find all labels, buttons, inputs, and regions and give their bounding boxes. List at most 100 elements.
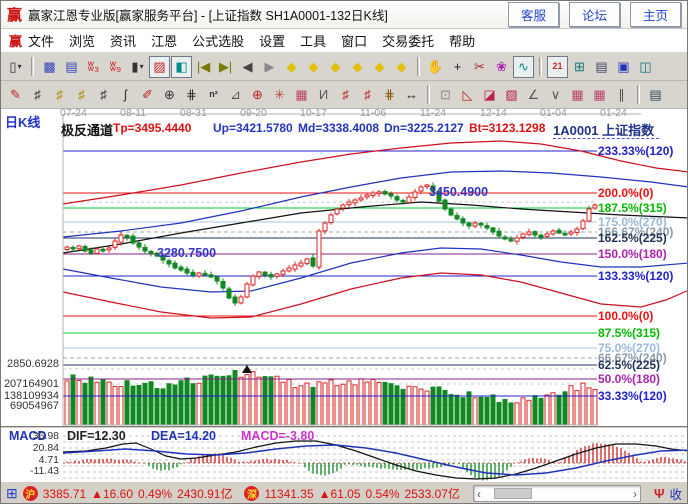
abacus-ruler-icon[interactable]: ⋕ bbox=[379, 84, 400, 106]
last-screen-icon[interactable]: ▶| bbox=[215, 56, 236, 78]
web-grid-icon[interactable]: ▦ bbox=[291, 84, 312, 106]
first-screen-icon[interactable]: |◀ bbox=[193, 56, 214, 78]
menu-browse[interactable]: 浏览 bbox=[69, 31, 95, 50]
pattern-analysis-icon[interactable]: ▨ bbox=[149, 56, 170, 78]
menu-items: 文件浏览资讯江恩公式选股设置工具窗口交易委托帮助 bbox=[28, 31, 475, 50]
gann-grid-icon[interactable]: ♯ bbox=[27, 84, 48, 106]
price-grid-icon[interactable]: ▦ bbox=[567, 84, 588, 106]
scroll-right-icon[interactable]: › bbox=[633, 488, 637, 500]
market-grid-icon[interactable]: ⊞ bbox=[6, 485, 18, 502]
n-wave-icon[interactable]: И bbox=[313, 84, 334, 106]
width-measure-icon-glyph: ↔ bbox=[405, 88, 418, 101]
horizontal-scrollbar[interactable]: ‹ › bbox=[473, 485, 641, 502]
minutes-3-chart-icon[interactable]: ʬ₃ bbox=[83, 56, 104, 78]
ray-fan-icon[interactable]: ◺ bbox=[457, 84, 478, 106]
calculator-icon[interactable]: ⊞ bbox=[569, 56, 590, 78]
wave-analysis-icon[interactable]: ∿ bbox=[513, 56, 534, 78]
f10-info-icon[interactable]: ▤ bbox=[61, 56, 82, 78]
golden-grid-2-icon[interactable]: ♯ bbox=[71, 84, 92, 106]
candle-style-dropdown[interactable]: ▮▾ bbox=[127, 56, 148, 78]
target-cycle-icon[interactable]: ⊕ bbox=[247, 84, 268, 106]
golden-grid-icon[interactable]: ♯ bbox=[49, 84, 70, 106]
menu-formula-stock-pick[interactable]: 公式选股 bbox=[192, 31, 244, 50]
zigzag-icon[interactable]: ∨ bbox=[545, 84, 566, 106]
menu-window[interactable]: 窗口 bbox=[341, 31, 367, 50]
date-tick-label: 08-11 bbox=[120, 107, 146, 119]
flower-marker-icon-glyph: ❀ bbox=[496, 60, 507, 73]
gann-diamond-nav-3[interactable]: ◆ bbox=[325, 56, 346, 78]
gann-diamond-nav-1[interactable]: ◆ bbox=[281, 56, 302, 78]
color-kline-icon[interactable]: ◧ bbox=[171, 56, 192, 78]
ray-fan-icon-glyph: ◺ bbox=[463, 88, 473, 101]
kline-chart-area[interactable]: 日K线 极反通道 1A0001 上证指数 2850.6928 07-2408-1… bbox=[1, 109, 687, 426]
gann-grid-icon-glyph: ♯ bbox=[34, 88, 41, 101]
width-measure-icon[interactable]: ↔ bbox=[401, 84, 422, 106]
hatch-box-icon[interactable]: ▨ bbox=[501, 84, 522, 106]
parallel-lines-icon[interactable]: ∥ bbox=[611, 84, 632, 106]
kline-period-dropdown[interactable]: ▯▾ bbox=[5, 56, 26, 78]
color-kline-icon-glyph: ◧ bbox=[175, 60, 187, 73]
date-tick-label: 01-24 bbox=[600, 107, 627, 119]
time-cycle-icon[interactable]: ⊕ bbox=[159, 84, 180, 106]
market-quotes-icon[interactable]: ▩ bbox=[39, 56, 60, 78]
mirror-tool-icon[interactable]: ⊿ bbox=[225, 84, 246, 106]
candle-style-dropdown-glyph: ▮ bbox=[131, 60, 138, 73]
next-bar-icon[interactable]: ▶ bbox=[259, 56, 280, 78]
quote-list-icon[interactable]: ▤ bbox=[645, 84, 666, 106]
prev-bar-icon[interactable]: ◀ bbox=[237, 56, 258, 78]
volume-scale-label: 207164901 bbox=[3, 378, 59, 390]
price-grid-axis-icon-glyph: ▦ bbox=[593, 88, 605, 101]
menu-news[interactable]: 资讯 bbox=[110, 31, 136, 50]
scrollbar-thumb[interactable] bbox=[494, 488, 532, 499]
sh-index-change: ▲16.60 bbox=[91, 487, 133, 501]
spiral-calendar-icon[interactable]: ʃ bbox=[115, 84, 136, 106]
toolbar-separator bbox=[417, 57, 420, 76]
rect-zoom-icon[interactable]: ⊡ bbox=[435, 84, 456, 106]
gann-diamond-nav-6[interactable]: ◆ bbox=[391, 56, 412, 78]
titlebar-button-service[interactable]: 客服 bbox=[508, 2, 559, 27]
hand-tool-icon[interactable]: ✋ bbox=[425, 56, 446, 78]
measure-pencil-icon[interactable]: ✐ bbox=[137, 84, 158, 106]
ying-tool-icon[interactable]: ♯ bbox=[357, 84, 378, 106]
golden-grid-2-icon-glyph: ♯ bbox=[78, 88, 85, 101]
gann-diamond-nav-4[interactable]: ◆ bbox=[347, 56, 368, 78]
menu-settings[interactable]: 设置 bbox=[259, 31, 285, 50]
cut-tool-icon[interactable]: ✂ bbox=[469, 56, 490, 78]
menu-gann[interactable]: 江恩 bbox=[151, 31, 177, 50]
gann-level-label: 100.0%(0) bbox=[598, 309, 653, 323]
titlebar-button-forum[interactable]: 论坛 bbox=[569, 2, 620, 27]
calendar-icon[interactable]: 21 bbox=[547, 56, 568, 78]
price-ruler-icon[interactable]: ⋕ bbox=[181, 84, 202, 106]
n-square-icon[interactable]: n² bbox=[203, 84, 224, 106]
titlebar-button-home[interactable]: 主页 bbox=[630, 2, 681, 27]
angle-line-icon[interactable]: ∠ bbox=[523, 84, 544, 106]
menu-help[interactable]: 帮助 bbox=[449, 31, 475, 50]
crosshair-tool-icon[interactable]: + bbox=[447, 56, 468, 78]
pencil-tool-icon[interactable]: ✎ bbox=[5, 84, 26, 106]
flower-marker-icon[interactable]: ❀ bbox=[491, 56, 512, 78]
antenna-icon[interactable]: Ψ bbox=[654, 486, 665, 501]
price-grid-axis-icon[interactable]: ▦ bbox=[589, 84, 610, 106]
macd-panel[interactable]: MACD DIF=12.30 DEA=14.20 MACD=-3.80 36.9… bbox=[1, 426, 687, 481]
channel-param-4: Dn=3225.2127 bbox=[384, 121, 464, 135]
menu-file[interactable]: 文件 bbox=[28, 31, 54, 50]
menu-trade[interactable]: 交易委托 bbox=[382, 31, 434, 50]
save-icon[interactable]: ▣ bbox=[613, 56, 634, 78]
export-data-icon[interactable]: ◫ bbox=[635, 56, 656, 78]
receive-label[interactable]: 收 bbox=[669, 484, 682, 503]
menu-tools[interactable]: 工具 bbox=[300, 31, 326, 50]
gann-diamond-nav-3-glyph: ◆ bbox=[331, 60, 341, 73]
fib-grid-icon[interactable]: ♯ bbox=[93, 84, 114, 106]
shaded-fan-icon[interactable]: ◪ bbox=[479, 84, 500, 106]
gann-diamond-nav-5[interactable]: ◆ bbox=[369, 56, 390, 78]
time-cycle-icon-glyph: ⊕ bbox=[164, 88, 175, 101]
dropdown-caret-icon: ▾ bbox=[140, 62, 144, 71]
spider-web-icon[interactable]: ✳ bbox=[269, 84, 290, 106]
web-grid-icon-glyph: ▦ bbox=[295, 88, 307, 101]
scroll-left-icon[interactable]: ‹ bbox=[477, 488, 481, 500]
notes-icon[interactable]: ▤ bbox=[591, 56, 612, 78]
shen-tool-icon[interactable]: ♯ bbox=[335, 84, 356, 106]
minutes-9-chart-icon[interactable]: ʬ₉ bbox=[105, 56, 126, 78]
gann-level-label: 233.33%(120) bbox=[598, 144, 673, 158]
gann-diamond-nav-2[interactable]: ◆ bbox=[303, 56, 324, 78]
